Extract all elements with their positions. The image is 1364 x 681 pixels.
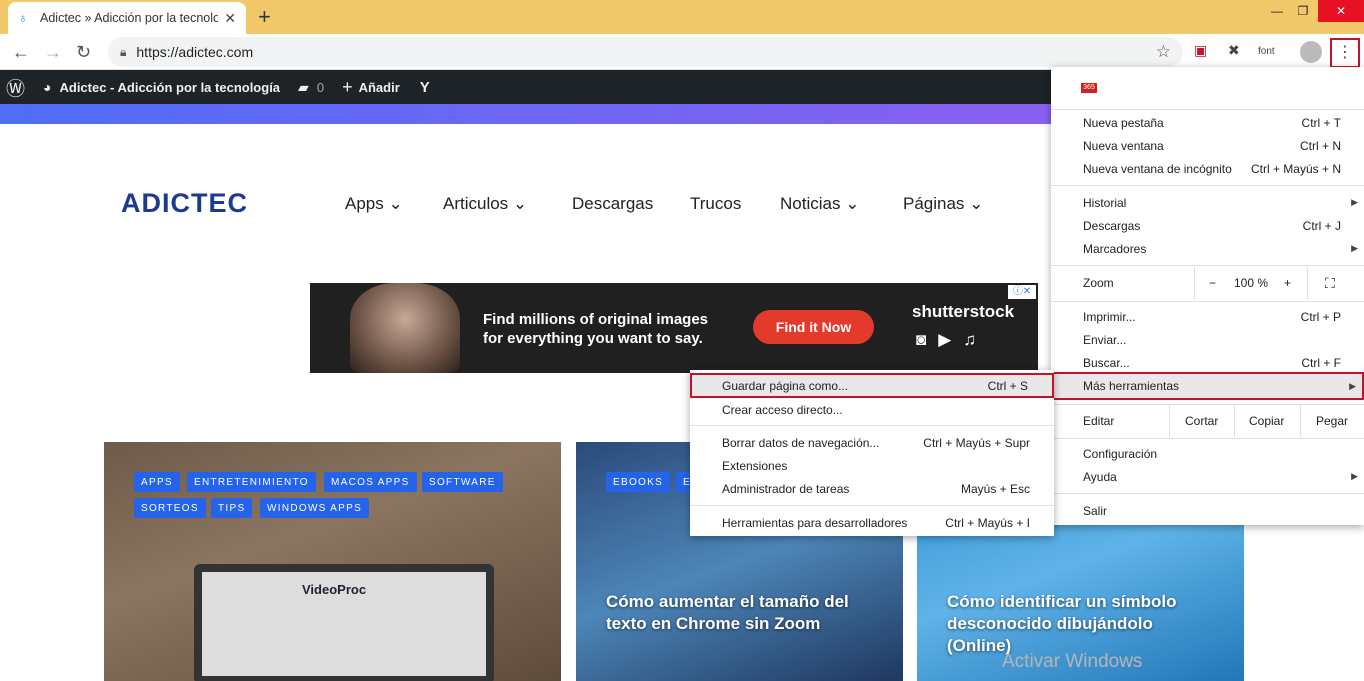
- submenu-dev-tools[interactable]: Herramientas para desarrolladores Ctrl + …: [690, 511, 1054, 534]
- dashboard-icon: ◕: [43, 79, 52, 95]
- ad-cta-button[interactable]: Find it Now: [753, 310, 874, 344]
- tag-chip[interactable]: EBOOKS: [606, 472, 671, 492]
- menu-print[interactable]: Imprimir... Ctrl + P: [1051, 305, 1364, 328]
- activate-windows-watermark: Activar Windows: [1002, 651, 1143, 672]
- browser-toolbar: ← → ↻ 🔒︎ https://adictec.com ☆ ▣ ✖ font …: [0, 34, 1364, 70]
- menu-new-tab[interactable]: Nueva pestaña Ctrl + T: [1051, 111, 1364, 134]
- fullscreen-icon[interactable]: ⛶: [1325, 275, 1335, 292]
- zoom-out-button[interactable]: −: [1209, 276, 1216, 290]
- menu-history[interactable]: Historial ▶: [1051, 191, 1364, 214]
- nav-paginas[interactable]: Páginas ⌄: [903, 194, 983, 214]
- forward-arrow-icon[interactable]: →: [44, 42, 62, 62]
- chevron-right-icon: ▶: [1351, 197, 1358, 207]
- ad-text: Find millions of original images for eve…: [483, 311, 709, 347]
- submenu-create-shortcut[interactable]: Crear acceso directo...: [690, 398, 1054, 421]
- extension-icon[interactable]: ✖: [1228, 42, 1240, 59]
- nav-descargas[interactable]: Descargas: [572, 194, 653, 214]
- post-card-1[interactable]: APPS ENTRETENIMIENTO MACOS APPS SOFTWARE…: [104, 442, 561, 681]
- profile-avatar[interactable]: [1300, 41, 1322, 63]
- menu-more-tools[interactable]: Más herramientas ▶: [1051, 372, 1364, 400]
- nav-apps[interactable]: Apps ⌄: [345, 194, 403, 214]
- url-text: https://adictec.com: [136, 44, 254, 60]
- comment-icon[interactable]: ▰: [298, 79, 309, 96]
- tag-chip[interactable]: SOFTWARE: [422, 472, 503, 492]
- add-new-link[interactable]: Añadir: [359, 80, 400, 95]
- menu-zoom-row: Zoom − 100 % + ⛶: [1051, 267, 1364, 299]
- tag-chip[interactable]: WINDOWS APPS: [260, 498, 370, 518]
- font-extension-icon[interactable]: font: [1258, 46, 1275, 57]
- submenu-extensions[interactable]: Extensiones: [690, 454, 1054, 477]
- browser-tab[interactable]: ♁ Adictec » Adicción por la tecnolo ✕: [8, 2, 246, 34]
- menu-help[interactable]: Ayuda ▶: [1051, 465, 1364, 488]
- menu-incognito[interactable]: Nueva ventana de incógnito Ctrl + Mayús +…: [1051, 157, 1364, 180]
- chevron-right-icon: ▶: [1349, 380, 1356, 391]
- copy-button[interactable]: Copiar: [1249, 414, 1284, 428]
- ad-media-icons: ◙▶♫: [916, 330, 989, 349]
- ad-brand: shutterstock: [912, 302, 1015, 321]
- tag-chip[interactable]: TIPS: [211, 498, 253, 518]
- tag-chip[interactable]: MACOS APPS: [324, 472, 417, 492]
- new-tab-button[interactable]: +: [258, 6, 271, 28]
- tab-close-icon[interactable]: ✕: [224, 10, 236, 27]
- tab-strip: ♁ Adictec » Adicción por la tecnolo ✕ + …: [0, 0, 1364, 34]
- submenu-save-page[interactable]: Guardar página como... Ctrl + S: [690, 373, 1054, 398]
- adchoices-icon[interactable]: ⓘ✕: [1008, 285, 1036, 299]
- nav-articulos[interactable]: Articulos ⌄: [443, 194, 527, 214]
- more-tools-submenu: Guardar página como... Ctrl + S Crear acc…: [690, 370, 1054, 536]
- zoom-label: Zoom: [1083, 276, 1114, 290]
- tab-title: Adictec » Adicción por la tecnolo: [40, 11, 219, 25]
- tag-chip[interactable]: APPS: [134, 472, 180, 492]
- reload-icon[interactable]: ↻: [76, 42, 91, 62]
- adictec-favicon-icon: ♁: [18, 10, 28, 25]
- address-bar[interactable]: 🔒︎ https://adictec.com ☆: [108, 37, 1183, 67]
- menu-kebab-icon[interactable]: ⋮: [1330, 38, 1360, 68]
- chevron-right-icon: ▶: [1351, 471, 1358, 481]
- chrome-menu: 365 Nueva pestaña Ctrl + T Nueva ventana C…: [1051, 67, 1364, 525]
- edit-label: Editar: [1083, 414, 1115, 428]
- tag-chip[interactable]: SORTEOS: [134, 498, 206, 518]
- nav-noticias[interactable]: Noticias ⌄: [780, 194, 859, 214]
- shutterstock-ad[interactable]: Find millions of original images for eve…: [310, 283, 1038, 373]
- back-arrow-icon[interactable]: ←: [12, 42, 30, 62]
- menu-new-window[interactable]: Nueva ventana Ctrl + N: [1051, 134, 1364, 157]
- menu-send[interactable]: Enviar...: [1051, 328, 1364, 351]
- site-name-link[interactable]: Adictec - Adicción por la tecnología: [59, 80, 280, 95]
- laptop-image: VideoProc: [194, 564, 494, 681]
- cut-button[interactable]: Cortar: [1185, 414, 1218, 428]
- bookmark-star-icon[interactable]: ☆: [1156, 42, 1171, 62]
- ad-cat-image: [350, 283, 460, 373]
- zoom-value: 100 %: [1234, 276, 1269, 290]
- post-title[interactable]: Cómo aumentar el tamaño del texto en Chr…: [606, 591, 876, 635]
- yoast-icon[interactable]: Y: [420, 79, 430, 96]
- submenu-task-manager[interactable]: Administrador de tareas Mayús + Esc: [690, 477, 1054, 500]
- window-close-button[interactable]: ✕: [1318, 0, 1364, 22]
- tag-chip[interactable]: ENTRETENIMIENTO: [187, 472, 316, 492]
- menu-bookmarks[interactable]: Marcadores ▶: [1051, 237, 1364, 260]
- paste-button[interactable]: Pegar: [1316, 414, 1348, 428]
- nav-trucos[interactable]: Trucos: [690, 194, 741, 214]
- menu-settings[interactable]: Configuración: [1051, 442, 1364, 465]
- menu-find[interactable]: Buscar... Ctrl + F: [1051, 351, 1364, 374]
- restore-button[interactable]: ❐: [1288, 0, 1318, 22]
- site-logo[interactable]: ADICTEC: [121, 188, 248, 219]
- plus-icon[interactable]: +: [342, 77, 353, 98]
- submenu-clear-data[interactable]: Borrar datos de navegación... Ctrl + Mayú…: [690, 431, 1054, 454]
- videoproc-label: VideoProc: [302, 582, 367, 597]
- menu-exit[interactable]: Salir: [1051, 499, 1364, 522]
- zoom-in-button[interactable]: +: [1284, 276, 1291, 290]
- pocket-extension-icon[interactable]: ▣: [1194, 42, 1207, 59]
- office365-icon[interactable]: 365: [1081, 83, 1097, 93]
- menu-downloads[interactable]: Descargas Ctrl + J: [1051, 214, 1364, 237]
- lock-icon: 🔒︎: [120, 44, 127, 59]
- menu-edit-row: Editar Cortar Copiar Pegar: [1051, 405, 1364, 437]
- chevron-right-icon: ▶: [1351, 243, 1358, 253]
- post-title[interactable]: Cómo identificar un símbolo desconocido …: [947, 591, 1217, 657]
- comments-count: 0: [316, 79, 325, 95]
- wordpress-icon[interactable]: Ⓦ: [6, 74, 25, 101]
